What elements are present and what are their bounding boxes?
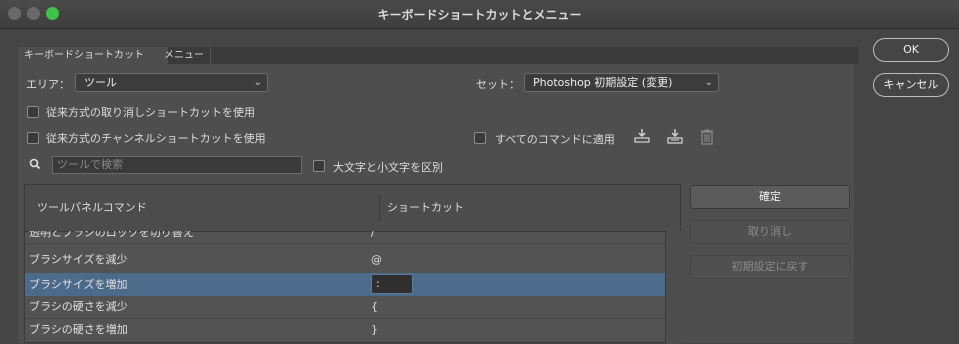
tab-menus[interactable]: メニュー [158, 47, 211, 64]
table-row[interactable]: ブラシサイズを減少 @ [25, 248, 665, 271]
apply-all-label: すべてのコマンドに適用 [495, 133, 615, 146]
row-shortcut: { [371, 300, 378, 313]
row-command: 透明とブラシのロックを切り替え [29, 231, 194, 239]
row-shortcut: @ [371, 253, 382, 266]
legacy-channel-checkbox[interactable] [27, 132, 39, 144]
window-title: キーボードショートカットとメニュー [377, 8, 582, 22]
row-command: ブラシの硬さを増加 [29, 323, 128, 336]
table-row[interactable]: ブラシの硬さを減少 { [25, 295, 665, 318]
confirm-button[interactable]: 確定 [690, 185, 850, 209]
table-row-selected[interactable]: ブラシサイズを増加 : [25, 273, 665, 296]
set-select[interactable]: Photoshop 初期設定 (変更) ⌄ [524, 73, 719, 92]
search-input[interactable]: ツールで検索 [52, 156, 302, 174]
table-row[interactable]: ブラシの硬さを増加 } [25, 318, 665, 341]
table-header: ツールパネルコマンド ショートカット [25, 185, 680, 232]
legacy-undo-label: 従来方式の取り消しショートカットを使用 [46, 106, 255, 119]
row-command: ブラシサイズを減少 [29, 253, 128, 266]
download-set-icon[interactable] [633, 127, 651, 148]
header-shortcut[interactable]: ショートカット [387, 199, 464, 215]
area-label: エリア： [26, 78, 70, 91]
chevron-down-icon: ⌄ [253, 77, 262, 88]
tab-keyboard-shortcuts[interactable]: キーボードショートカット [18, 47, 168, 64]
search-icon [29, 158, 41, 173]
undo-button[interactable]: 取り消し [690, 220, 850, 244]
case-sensitive-checkbox[interactable] [313, 160, 325, 172]
row-command: ブラシの硬さを減少 [29, 300, 128, 313]
case-sensitive-label: 大文字と小文字を区別 [333, 161, 443, 174]
legacy-undo-checkbox[interactable] [27, 106, 39, 118]
apply-all-checkbox[interactable] [474, 132, 486, 144]
ok-button[interactable]: OK [873, 38, 949, 62]
area-select-value: ツール [84, 76, 117, 89]
row-divider [25, 243, 665, 244]
row-shortcut: / [371, 231, 375, 239]
header-command[interactable]: ツールパネルコマンド [37, 199, 147, 215]
download-summary-icon[interactable] [666, 127, 684, 148]
table-row[interactable]: 透明とブラシのロックを切り替え / [25, 231, 665, 243]
row-shortcut: } [371, 323, 378, 336]
table-scrollbar[interactable] [665, 231, 681, 344]
column-divider[interactable] [379, 195, 380, 221]
tab-bar: キーボードショートカット メニュー [18, 47, 858, 64]
trash-icon [699, 128, 715, 148]
reset-defaults-button[interactable]: 初期設定に戻す [690, 255, 850, 279]
chevron-down-icon: ⌄ [704, 77, 713, 88]
title-bar: キーボードショートカットとメニュー [0, 0, 959, 29]
legacy-channel-label: 従来方式のチャンネルショートカットを使用 [46, 132, 266, 145]
shortcut-table: ツールパネルコマンド ショートカット 透明とブラシのロックを切り替え / ブラシ… [24, 184, 681, 344]
row-command: ブラシサイズを増加 [29, 278, 128, 291]
set-label: セット： [476, 78, 520, 91]
area-select[interactable]: ツール ⌄ [75, 73, 268, 92]
set-select-value: Photoshop 初期設定 (変更) [533, 76, 673, 89]
shortcut-edit-field[interactable]: : [371, 274, 413, 294]
cancel-button[interactable]: キャンセル [873, 73, 949, 97]
